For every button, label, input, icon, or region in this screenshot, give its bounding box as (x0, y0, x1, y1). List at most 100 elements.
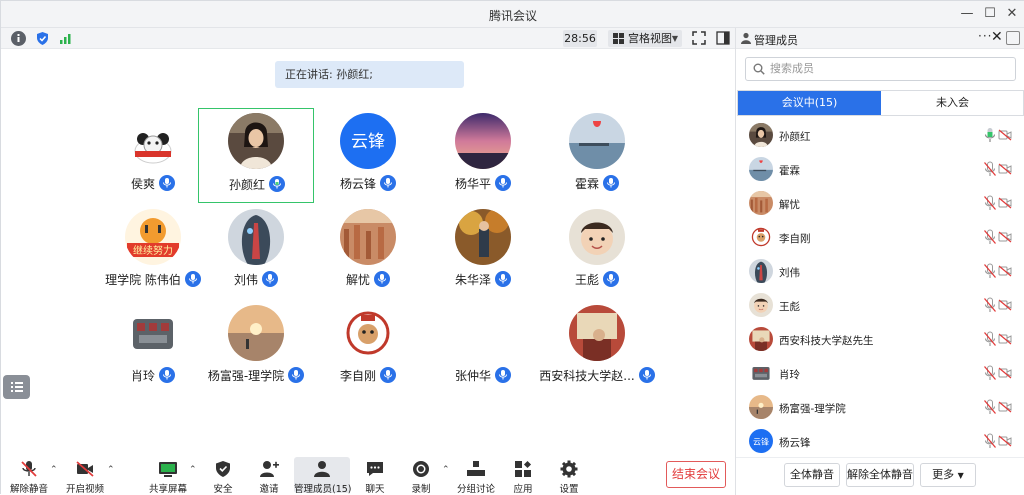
more-button[interactable]: 更多 ▼ (920, 463, 976, 487)
camera-off-icon[interactable] (998, 231, 1012, 243)
participant-tile[interactable]: 肖玲 (95, 300, 211, 395)
camera-off-icon[interactable] (998, 367, 1012, 379)
chevron-down-icon: ▼ (957, 471, 964, 480)
participant-tile[interactable]: 侯爽 (95, 108, 211, 203)
signal-icon[interactable] (58, 31, 73, 46)
member-row[interactable]: 刘伟 (736, 255, 1024, 289)
settings-button[interactable]: 设置 (551, 457, 587, 495)
member-name: 杨云锋 (779, 437, 811, 449)
start-video-button[interactable]: 开启视频 (63, 457, 107, 495)
maximize-icon[interactable]: ☐ (979, 5, 1001, 23)
member-search-input[interactable]: 搜索成员 (745, 57, 1016, 81)
search-placeholder: 搜索成员 (770, 62, 814, 75)
mic-muted-icon[interactable] (983, 263, 997, 279)
unmute-button[interactable]: 解除静音 (7, 457, 51, 495)
fullscreen-icon[interactable] (692, 31, 706, 45)
mic-muted-icon[interactable] (983, 399, 997, 415)
mic-muted-icon[interactable] (983, 161, 997, 177)
member-row[interactable]: 李自刚 (736, 221, 1024, 255)
mic-muted-icon[interactable] (983, 195, 997, 211)
member-row[interactable]: 肖玲 (736, 357, 1024, 391)
participant-tile[interactable]: 张仲华 (425, 300, 541, 395)
mic-muted-icon[interactable] (983, 331, 997, 347)
camera-off-icon[interactable] (998, 401, 1012, 413)
member-row[interactable]: 杨富强-理学院 (736, 391, 1024, 425)
participant-name-text: 张仲华 (454, 369, 491, 383)
participant-tile[interactable]: 解忧 (310, 204, 426, 299)
participant-tile[interactable]: 云锋 杨云锋 (310, 108, 426, 203)
participant-name: 杨富强-理学院 (198, 367, 314, 384)
participant-tile[interactable]: 西安科技大学赵... (539, 300, 655, 395)
member-name: 刘伟 (779, 267, 800, 279)
participant-tile[interactable]: 王彪 (539, 204, 655, 299)
invite-button[interactable]: 邀请 (251, 457, 287, 495)
share-options-chevron-icon[interactable]: ⌃ (189, 465, 197, 475)
member-row[interactable]: 王彪 (736, 289, 1024, 323)
meeting-window: 腾讯会议 — ☐ ✕ 28:56 宫格视图 ▼ 正在讲话: 孙颜红; 侯爽 孙颜红… (0, 0, 1024, 495)
text-avatar: 云锋 (340, 113, 396, 169)
participant-name: 王彪 (539, 271, 655, 288)
member-row[interactable]: 孙颜红 (736, 119, 1024, 153)
camera-off-icon[interactable] (998, 435, 1012, 447)
participant-tile[interactable]: 继续努力 理学院 陈伟伯 (95, 204, 211, 299)
breakout-button[interactable]: 分组讨论 (455, 457, 497, 495)
participant-tile[interactable]: 刘伟 (198, 204, 314, 299)
speaking-indicator: 正在讲话: 孙颜红; (275, 61, 464, 88)
shield-icon[interactable] (35, 31, 50, 46)
security-shield-icon (216, 461, 230, 477)
mute-all-button[interactable]: 全体静音 (784, 463, 840, 487)
camera-off-icon[interactable] (998, 299, 1012, 311)
participant-tile[interactable]: 杨富强-理学院 (198, 300, 314, 395)
video-options-chevron-icon[interactable]: ⌃ (107, 465, 115, 475)
list-icon[interactable] (3, 375, 30, 399)
camera-off-icon[interactable] (998, 265, 1012, 277)
mic-muted-icon[interactable] (983, 365, 997, 381)
sidebar-toggle-icon[interactable] (716, 31, 730, 45)
participant-tile[interactable]: 杨华平 (425, 108, 541, 203)
camera-off-icon[interactable] (998, 129, 1012, 141)
participant-tile[interactable]: 李自刚 (310, 300, 426, 395)
security-button[interactable]: 安全 (205, 457, 241, 495)
mic-on-icon[interactable] (983, 127, 997, 143)
photo-avatar (749, 123, 773, 147)
unmute-all-button[interactable]: 解除全体静音 (846, 463, 914, 487)
canyon-avatar (749, 191, 773, 215)
share-screen-button[interactable]: 共享屏幕 (147, 457, 189, 495)
tab-not-joined[interactable]: 未入会 (881, 91, 1024, 115)
member-row[interactable]: 霍霖 (736, 153, 1024, 187)
mic-muted-icon[interactable] (983, 297, 997, 313)
camera-off-icon[interactable] (998, 333, 1012, 345)
participant-tile[interactable]: 孙颜红 (198, 108, 314, 203)
camera-off-icon[interactable] (998, 163, 1012, 175)
participant-name-text: 王彪 (574, 273, 599, 287)
participant-tile[interactable]: 霍霖 (539, 108, 655, 203)
record-button[interactable]: 录制 (403, 457, 439, 495)
member-row[interactable]: 解忧 (736, 187, 1024, 221)
participant-name-text: 李自刚 (339, 369, 376, 383)
apps-button[interactable]: 应用 (505, 457, 541, 495)
member-row[interactable]: 西安科技大学赵先生 (736, 323, 1024, 357)
grid-icon (613, 33, 624, 44)
panel-popout-icon[interactable] (1006, 31, 1020, 45)
close-icon[interactable]: ✕ (1001, 5, 1023, 23)
member-name: 霍霖 (779, 165, 800, 177)
record-options-chevron-icon[interactable]: ⌃ (442, 465, 450, 475)
record-label: 录制 (411, 484, 431, 495)
mic-muted-icon[interactable] (983, 229, 997, 245)
participant-tile[interactable]: 朱华泽 (425, 204, 541, 299)
panel-close-icon[interactable]: ✕ (991, 29, 1003, 45)
minimize-icon[interactable]: — (956, 5, 978, 23)
info-icon[interactable] (11, 31, 26, 46)
mic-muted-icon[interactable] (983, 433, 997, 449)
member-row[interactable]: 云锋 杨云锋 (736, 425, 1024, 459)
camera-off-icon[interactable] (998, 197, 1012, 209)
tab-in-meeting[interactable]: 会议中(15) (738, 91, 881, 115)
meeting-info-bar: 28:56 宫格视图 ▼ (1, 28, 735, 49)
invite-label: 邀请 (259, 484, 279, 495)
mic-options-chevron-icon[interactable]: ⌃ (50, 465, 58, 475)
manage-members-button[interactable]: 管理成员(15) (294, 457, 352, 495)
participant-name: 解忧 (310, 271, 426, 288)
end-meeting-button[interactable]: 结束会议 (666, 461, 726, 488)
chat-button[interactable]: 聊天 (357, 457, 393, 495)
view-mode-button[interactable]: 宫格视图 ▼ (608, 30, 682, 47)
